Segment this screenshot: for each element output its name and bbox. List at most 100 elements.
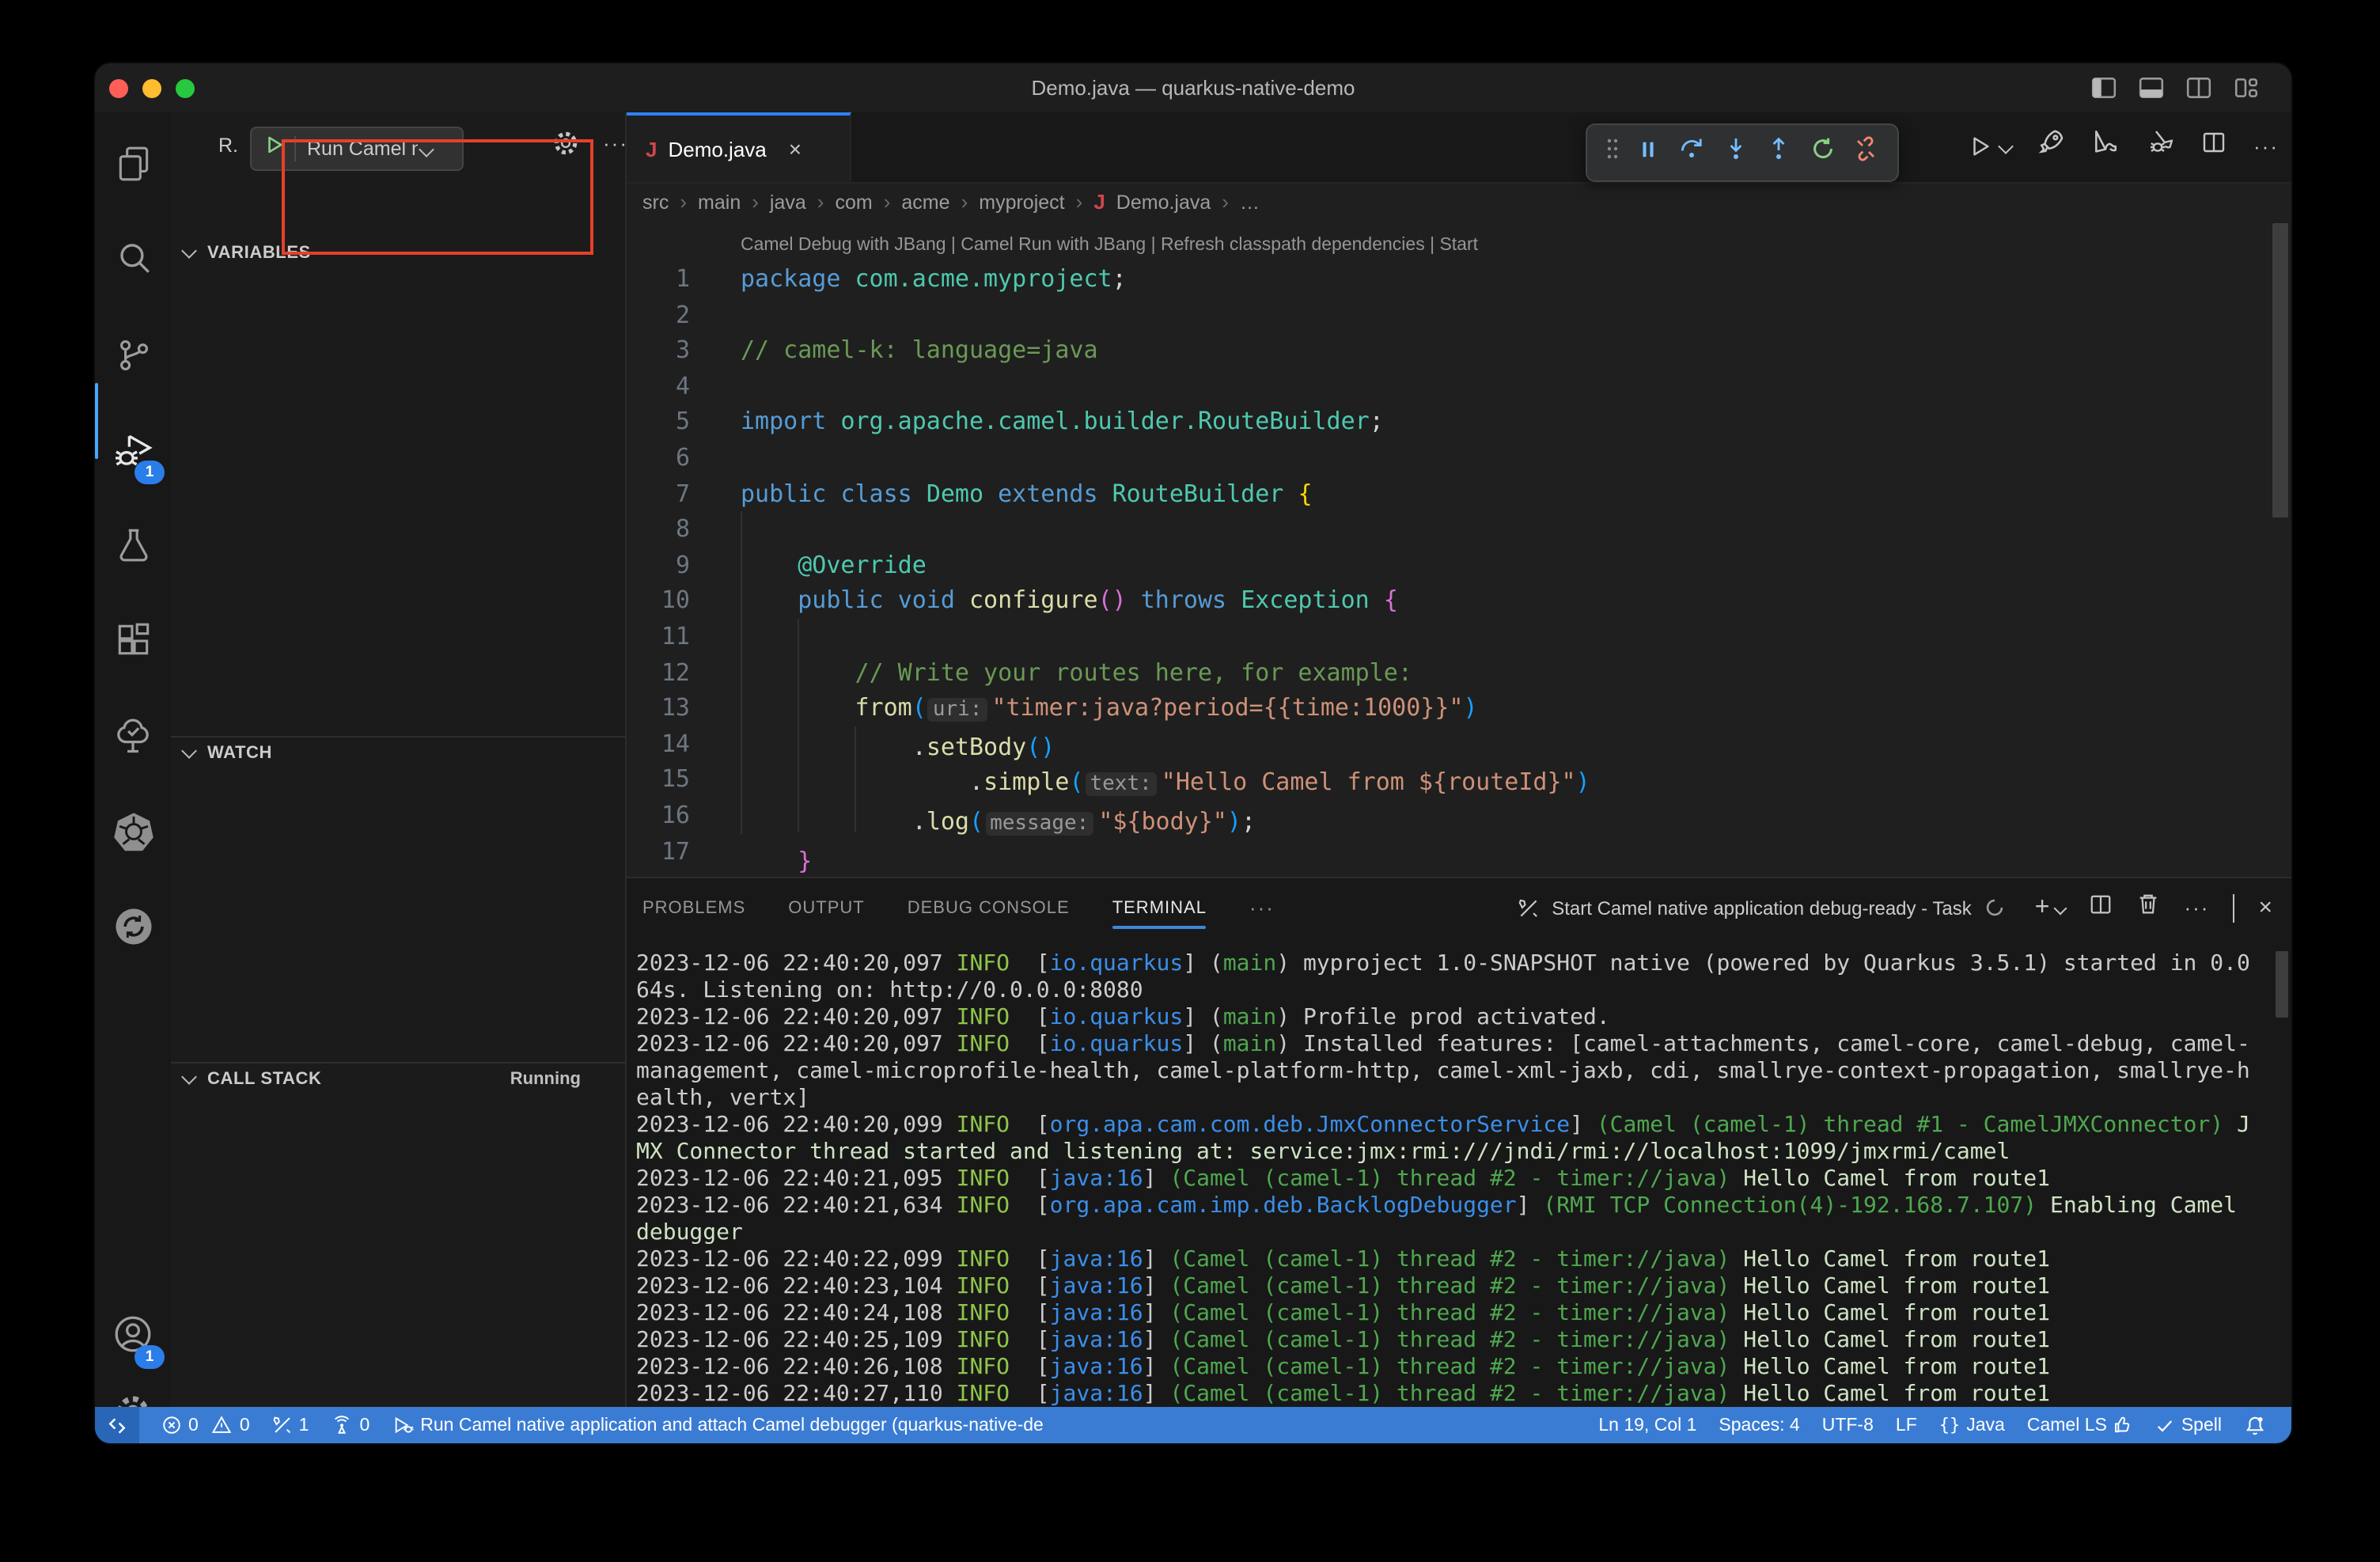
editor-scrollbar[interactable] (2272, 223, 2288, 518)
new-terminal-icon[interactable]: + (2035, 893, 2066, 922)
ports-indicator[interactable]: 0 (331, 1414, 370, 1436)
split-terminal-icon[interactable] (2089, 892, 2113, 923)
pause-icon[interactable] (1637, 137, 1661, 169)
code-area[interactable]: 1234567891011121314151617 package com.ac… (627, 261, 2269, 877)
cursor-position[interactable]: Ln 19, Col 1 (1598, 1416, 1696, 1435)
tab-output[interactable]: OUTPUT (788, 878, 864, 937)
encoding[interactable]: UTF-8 (1822, 1416, 1874, 1435)
kubernetes-icon[interactable] (95, 793, 171, 869)
split-editor-icon[interactable] (2201, 129, 2227, 162)
camel-jbang-rocket-icon[interactable] (2038, 128, 2065, 163)
notifications-bell[interactable] (2244, 1414, 2266, 1436)
breadcrumb-item[interactable]: Demo.java (1116, 191, 1211, 213)
line-number: 3 (627, 332, 690, 368)
editor-more-actions-icon[interactable]: ··· (2253, 134, 2279, 157)
screen: Demo.java — quarkus-native-demo 1 (0, 0, 2380, 1562)
toggle-panel-icon[interactable] (2138, 74, 2165, 101)
accounts-icon[interactable]: 1 (95, 1296, 171, 1372)
debug-status-message[interactable]: Run Camel native application and attach … (392, 1415, 1044, 1435)
warning-icon (211, 1415, 233, 1435)
line-number: 9 (627, 548, 690, 583)
vscode-window: Demo.java — quarkus-native-demo 1 (95, 63, 2291, 1443)
line-number: 6 (627, 440, 690, 476)
debug-sidebar: R. Run Camel native ··· VARIABLES (171, 112, 625, 1407)
line-number: 13 (627, 690, 690, 726)
line-number: 8 (627, 511, 690, 547)
close-panel-icon[interactable]: × (2258, 894, 2272, 921)
customize-layout-icon[interactable] (2233, 74, 2260, 101)
breadcrumb: src› main› java› com› acme› myproject› J… (642, 190, 1260, 214)
language-mode[interactable]: {} Java (1939, 1415, 2005, 1435)
thumbs-up-icon (2113, 1415, 2134, 1435)
code-line: public class Demo extends RouteBuilder { (741, 476, 1590, 511)
panel-more-tabs-icon[interactable]: ··· (1249, 896, 1275, 919)
window-title: Demo.java — quarkus-native-demo (95, 76, 2291, 100)
terminal-task-entry[interactable]: Start Camel native application debug-rea… (1517, 897, 2005, 919)
breadcrumb-item[interactable]: main (698, 191, 741, 213)
status-bar: 0 0 1 0 Run Camel native application and… (95, 1407, 2291, 1443)
step-into-icon[interactable] (1722, 136, 1748, 169)
chevron-down-icon (181, 242, 197, 258)
camel-debug-icon[interactable] (2146, 128, 2174, 163)
breadcrumb-item[interactable]: src (642, 191, 669, 213)
source-control-icon[interactable] (95, 317, 171, 392)
line-number: 1 (627, 261, 690, 297)
code-line (741, 511, 1590, 547)
problems-indicator[interactable]: 0 0 (161, 1415, 250, 1435)
camel-run-icon[interactable] (2092, 128, 2119, 163)
panel-tabs: PROBLEMS OUTPUT DEBUG CONSOLE TERMINAL ·… (642, 878, 1275, 937)
search-icon[interactable] (95, 220, 171, 296)
project-tree-icon[interactable] (95, 698, 171, 774)
tab-debug-console[interactable]: DEBUG CONSOLE (908, 878, 1070, 937)
close-tab-icon[interactable]: × (789, 136, 802, 161)
tab-terminal[interactable]: TERMINAL (1112, 878, 1207, 937)
terminal-output[interactable]: 2023-12-06 22:40:20,097 INFO [io.quarkus… (636, 951, 2250, 1408)
chevron-down-icon (181, 742, 197, 758)
tab-demo-java[interactable]: J Demo.java × (627, 112, 851, 182)
breadcrumb-item[interactable]: java (770, 191, 806, 213)
restart-icon[interactable] (1810, 136, 1836, 169)
debug-run-icon (392, 1415, 414, 1435)
line-number: 12 (627, 654, 690, 690)
step-over-icon[interactable] (1679, 136, 1704, 169)
testing-icon[interactable] (95, 506, 171, 582)
terminal-line: 2023-12-06 22:40:20,097 INFO [io.quarkus… (636, 951, 2250, 978)
code-line: public void configure() throws Exception… (741, 583, 1590, 619)
split-editor-icon[interactable] (2185, 74, 2212, 101)
toggle-sidebar-icon[interactable] (2090, 74, 2117, 101)
drag-handle-icon[interactable] (1605, 138, 1618, 168)
extensions-icon[interactable] (95, 601, 171, 677)
indentation[interactable]: Spaces: 4 (1719, 1416, 1799, 1435)
bottom-panel: PROBLEMS OUTPUT DEBUG CONSOLE TERMINAL ·… (625, 877, 2291, 1407)
remote-indicator[interactable] (95, 1407, 139, 1443)
tasks-indicator[interactable]: 1 (272, 1415, 309, 1435)
step-out-icon[interactable] (1766, 136, 1791, 169)
tab-problems[interactable]: PROBLEMS (642, 878, 745, 937)
run-java-button[interactable] (1969, 134, 2011, 157)
breadcrumb-item[interactable]: com (835, 191, 872, 213)
debug-controls-toolbar (1586, 123, 1899, 182)
codelens-actions[interactable]: Camel Debug with JBang | Camel Run with … (741, 236, 1478, 255)
explorer-icon[interactable] (95, 125, 171, 201)
terminal-line: 2023-12-06 22:40:26,108 INFO [java:16] (… (636, 1355, 2250, 1382)
spell-checker-status[interactable]: Spell (2156, 1416, 2222, 1435)
line-number: 16 (627, 798, 690, 833)
terminal-scrollbar[interactable] (2276, 951, 2288, 1018)
call-stack-section-header[interactable]: CALL STACK Running (171, 1065, 625, 1092)
code-line (741, 369, 1590, 404)
watch-section-header[interactable]: WATCH (171, 739, 625, 766)
accounts-badge: 1 (135, 1345, 165, 1369)
eol-sequence[interactable]: LF (1896, 1416, 1917, 1435)
kill-terminal-icon[interactable] (2136, 892, 2160, 923)
breadcrumb-item[interactable]: acme (901, 191, 949, 213)
maximize-panel-icon[interactable] (2233, 893, 2234, 922)
disconnect-icon[interactable] (1854, 136, 1879, 169)
panel-more-actions-icon[interactable]: ··· (2184, 896, 2209, 919)
camel-ls-status[interactable]: Camel LS (2027, 1415, 2134, 1435)
breadcrumb-item[interactable]: myproject (979, 191, 1064, 213)
breadcrumb-item[interactable]: … (1240, 191, 1260, 213)
sync-extension-icon[interactable] (95, 888, 171, 964)
run-and-debug-icon[interactable]: 1 (95, 413, 171, 489)
terminal-line: ealth, vertx] (636, 1086, 2250, 1113)
tools-icon (272, 1415, 293, 1435)
